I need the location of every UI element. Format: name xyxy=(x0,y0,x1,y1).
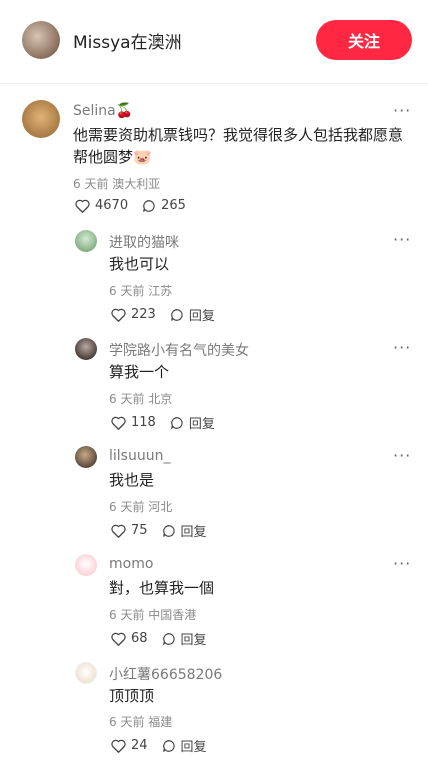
reply-meta: 6 天前 福建 xyxy=(109,713,172,730)
reply-actions: 24 回复 xyxy=(111,736,221,755)
cherry-emoji: 🍒 xyxy=(115,103,134,119)
author-name[interactable]: Missya在澳洲 xyxy=(73,28,182,53)
reply-time: 6 天前 xyxy=(109,715,145,729)
reply-count-button[interactable]: 265 xyxy=(142,198,186,213)
reply-text: 我也是 xyxy=(109,471,155,489)
reply-location: 北京 xyxy=(148,392,173,406)
comment-body: 他需要资助机票钱吗？我觉得很多人包括我都愿意帮他圆梦 xyxy=(73,126,404,166)
comment-bubble-icon xyxy=(162,632,175,645)
like-count: 118 xyxy=(131,415,156,430)
heart-icon xyxy=(111,632,126,646)
comment-location: 澳大利亚 xyxy=(112,177,161,191)
heart-icon xyxy=(111,416,126,430)
reply-label: 回复 xyxy=(188,417,215,432)
reply-username[interactable]: 学院路小有名气的美女 xyxy=(109,340,249,360)
comment-bubble-icon xyxy=(170,308,183,321)
reply-label: 回复 xyxy=(180,633,207,648)
reply-location: 江苏 xyxy=(148,284,173,298)
reply-text: 算我一个 xyxy=(109,363,170,381)
reply-meta: 6 天前 中国香港 xyxy=(109,606,196,623)
commenter-name[interactable]: Selina🍒 xyxy=(73,103,133,119)
commenter-avatar[interactable] xyxy=(22,100,60,138)
reply-avatar[interactable] xyxy=(75,338,97,360)
like-count: 223 xyxy=(131,307,156,322)
reply-text: 對，也算我一個 xyxy=(109,579,215,597)
reply-avatar[interactable] xyxy=(75,230,97,252)
reply-location: 河北 xyxy=(148,500,173,514)
reply-label: 回复 xyxy=(188,309,215,324)
reply-username[interactable]: 小红薯66658206 xyxy=(109,664,222,684)
reply-username[interactable]: 进取的猫咪 xyxy=(109,232,179,252)
reply-label: 回复 xyxy=(180,740,207,755)
more-options-icon[interactable]: ··· xyxy=(393,446,411,465)
like-count: 4670 xyxy=(95,198,129,213)
reply-actions: 68 回复 xyxy=(111,629,221,648)
author-avatar[interactable] xyxy=(22,21,60,59)
like-button[interactable]: 68 xyxy=(111,631,148,646)
more-options-icon[interactable]: ··· xyxy=(393,338,411,357)
reply-button[interactable]: 回复 xyxy=(170,413,215,432)
reply-location: 福建 xyxy=(148,715,173,729)
reply-time: 6 天前 xyxy=(109,392,145,406)
like-button[interactable]: 223 xyxy=(111,307,156,322)
reply-actions: 118 回复 xyxy=(111,413,229,432)
more-options-icon[interactable]: ··· xyxy=(393,101,411,120)
reply-time: 6 天前 xyxy=(109,608,145,622)
more-options-icon[interactable]: ··· xyxy=(393,230,411,249)
reply-meta: 6 天前 江苏 xyxy=(109,282,172,299)
reply-meta: 6 天前 北京 xyxy=(109,390,172,407)
heart-icon xyxy=(111,739,126,753)
reply-location: 中国香港 xyxy=(148,608,197,622)
commenter-username[interactable]: Selina xyxy=(73,103,116,119)
note-header: Missya在澳洲 关注 xyxy=(0,0,428,84)
reply-text: 我也可以 xyxy=(109,255,170,273)
like-button[interactable]: 24 xyxy=(111,738,148,753)
reply-button[interactable]: 回复 xyxy=(162,736,207,755)
reply-avatar[interactable] xyxy=(75,662,97,684)
heart-icon xyxy=(111,524,126,538)
like-button[interactable]: 118 xyxy=(111,415,156,430)
reply-avatar[interactable] xyxy=(75,554,97,576)
comment-bubble-icon xyxy=(170,416,183,429)
heart-icon xyxy=(75,199,90,213)
like-count: 24 xyxy=(131,738,148,753)
reply-label: 回复 xyxy=(180,525,207,540)
reply-button[interactable]: 回复 xyxy=(170,305,215,324)
like-count: 75 xyxy=(131,523,148,538)
comment-text: 他需要资助机票钱吗？我觉得很多人包括我都愿意帮他圆梦🐷 xyxy=(73,124,413,168)
reply-username[interactable]: lilsuuun_ xyxy=(109,448,170,464)
comment-bubble-icon xyxy=(143,199,155,212)
like-button[interactable]: 4670 xyxy=(75,198,128,213)
reply-button[interactable]: 回复 xyxy=(162,629,207,648)
reply-actions: 223 回复 xyxy=(111,305,229,324)
reply-meta: 6 天前 河北 xyxy=(109,498,172,515)
reply-time: 6 天前 xyxy=(109,500,145,514)
comment-time: 6 天前 xyxy=(73,177,109,191)
comment-bubble-icon xyxy=(162,739,175,752)
like-button[interactable]: 75 xyxy=(111,523,148,538)
more-options-icon[interactable]: ··· xyxy=(393,554,411,573)
follow-button[interactable]: 关注 xyxy=(316,20,412,60)
comment-actions: 4670 265 xyxy=(75,198,200,213)
reply-username[interactable]: momo xyxy=(109,556,153,572)
heart-icon xyxy=(111,308,126,322)
comment-bubble-icon xyxy=(162,524,175,537)
reply-button[interactable]: 回复 xyxy=(162,521,207,540)
reply-count: 265 xyxy=(161,198,186,213)
like-count: 68 xyxy=(131,631,148,646)
pig-emoji: 🐷 xyxy=(133,148,152,166)
reply-text: 顶顶顶 xyxy=(109,687,155,705)
reply-actions: 75 回复 xyxy=(111,521,221,540)
reply-avatar[interactable] xyxy=(75,446,97,468)
reply-time: 6 天前 xyxy=(109,284,145,298)
comment-meta: 6 天前 澳大利亚 xyxy=(73,175,160,192)
